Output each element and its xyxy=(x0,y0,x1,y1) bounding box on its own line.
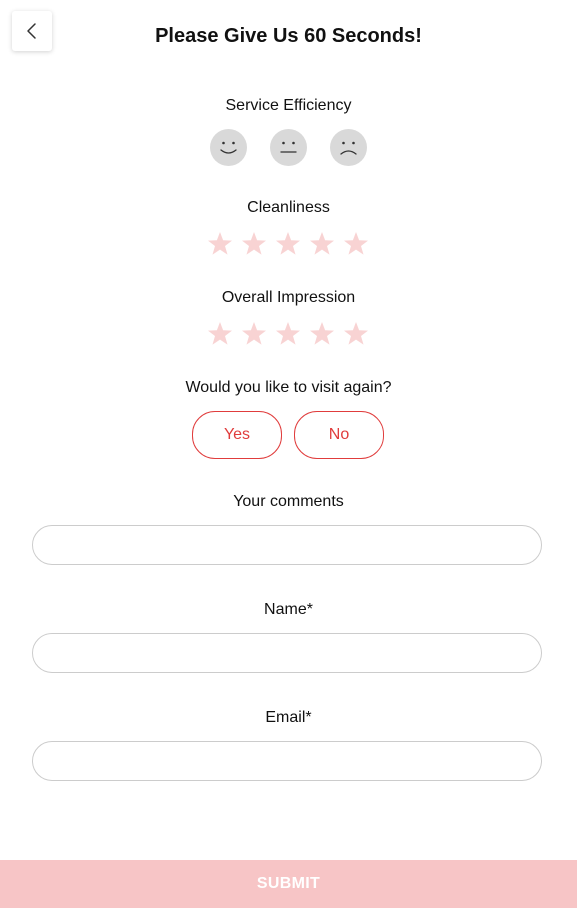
comments-label: Your comments xyxy=(233,493,344,510)
name-input[interactable] xyxy=(32,633,542,673)
star-icon[interactable] xyxy=(342,320,370,348)
star-icon[interactable] xyxy=(308,230,336,258)
comments-input[interactable] xyxy=(32,525,542,565)
star-icon[interactable] xyxy=(206,230,234,258)
submit-button[interactable]: SUBMIT xyxy=(0,860,577,908)
frowning-face-icon xyxy=(340,141,357,155)
star-icon[interactable] xyxy=(308,320,336,348)
rating-neutral-button[interactable] xyxy=(270,129,307,166)
yes-button[interactable]: Yes xyxy=(192,411,282,459)
name-label: Name* xyxy=(264,601,313,618)
overall-impression-stars xyxy=(206,320,370,348)
email-label: Email* xyxy=(265,709,312,726)
visit-again-label: Would you like to visit again? xyxy=(185,379,392,396)
rating-happy-button[interactable] xyxy=(210,129,247,166)
no-button[interactable]: No xyxy=(294,411,384,459)
neutral-face-icon xyxy=(280,141,297,153)
overall-impression-label: Overall Impression xyxy=(221,289,356,306)
cleanliness-stars xyxy=(206,230,370,258)
star-icon[interactable] xyxy=(206,320,234,348)
visit-again-options: Yes No xyxy=(192,411,384,459)
rating-sad-button[interactable] xyxy=(330,129,367,166)
email-input[interactable] xyxy=(32,741,542,781)
service-efficiency-label: Service Efficiency xyxy=(225,97,352,114)
star-icon[interactable] xyxy=(240,230,268,258)
star-icon[interactable] xyxy=(274,230,302,258)
service-efficiency-options xyxy=(210,129,367,166)
star-icon[interactable] xyxy=(342,230,370,258)
star-icon[interactable] xyxy=(240,320,268,348)
star-icon[interactable] xyxy=(274,320,302,348)
cleanliness-label: Cleanliness xyxy=(247,199,330,216)
page-title: Please Give Us 60 Seconds! xyxy=(155,25,422,47)
smiling-face-icon xyxy=(220,141,237,154)
